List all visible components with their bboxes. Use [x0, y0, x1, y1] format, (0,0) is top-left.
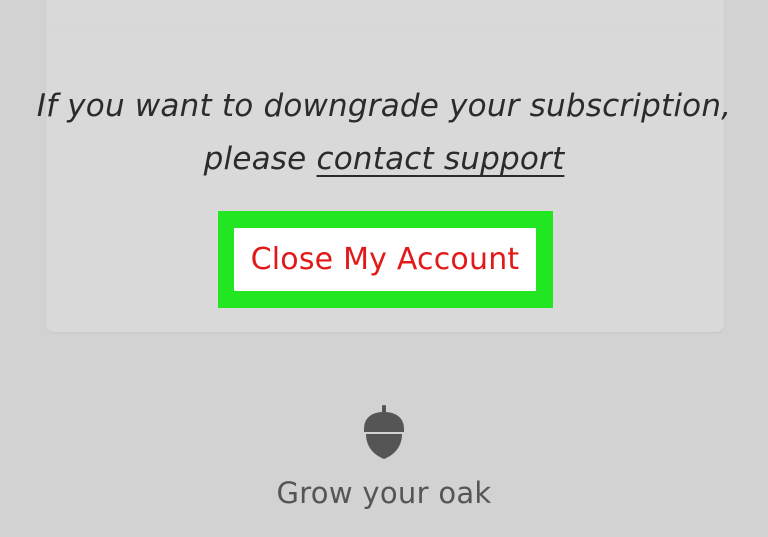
grow-your-oak-label: Grow your oak [276, 476, 492, 510]
downgrade-message: If you want to downgrade your subscripti… [0, 80, 768, 186]
contact-support-link[interactable]: contact support [316, 141, 564, 177]
acorn-icon [364, 405, 404, 459]
card-divider [46, 30, 724, 31]
close-account-button[interactable]: Close My Account [234, 228, 536, 291]
